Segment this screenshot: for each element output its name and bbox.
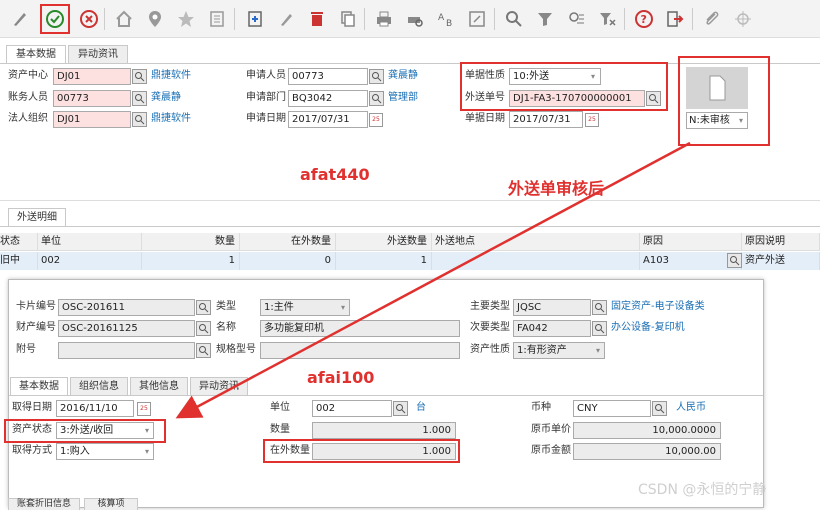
- watermark: CSDN @永恒的宁静: [638, 482, 767, 498]
- annotation-arrow: [175, 141, 691, 419]
